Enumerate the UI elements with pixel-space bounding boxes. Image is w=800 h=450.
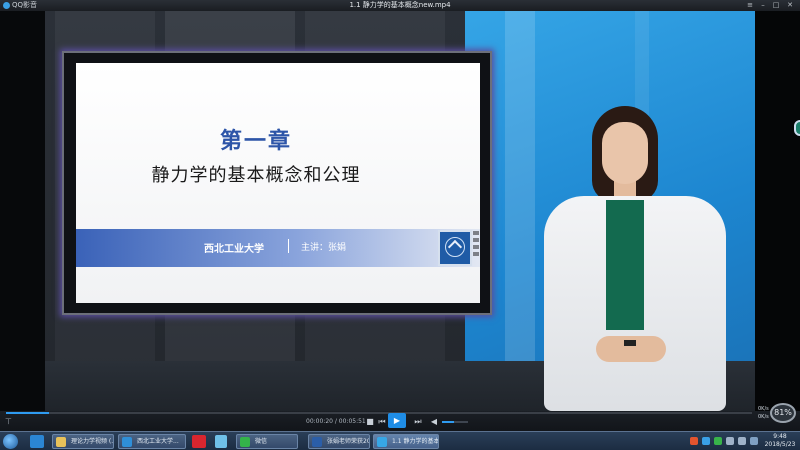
menu-button[interactable]: ≡ — [744, 0, 756, 11]
taskbar-task-label: 西北工业大学... — [137, 438, 179, 445]
cloud-icon[interactable] — [215, 435, 227, 448]
network-icon[interactable] — [726, 437, 734, 445]
qq-player-icon — [377, 437, 387, 447]
side-widget-icon[interactable] — [794, 120, 800, 136]
taskbar-task-label: 张娟老师荣获201... — [327, 438, 369, 445]
youdao-icon[interactable] — [192, 435, 206, 448]
stop-icon[interactable]: ■ — [364, 416, 376, 427]
ie-icon[interactable] — [30, 435, 44, 448]
network-rates: 0K/s 0K/s — [758, 406, 769, 420]
video-frame[interactable]: 第一章 静力学的基本概念和公理 西北工业大学 主讲：张娟 — [0, 11, 800, 411]
volume-fill — [442, 421, 454, 423]
show-desktop-icon[interactable] — [750, 437, 758, 445]
prev-icon[interactable]: ⏮ — [376, 416, 388, 427]
university-emblem-icon — [438, 230, 472, 266]
volume-slider[interactable] — [442, 421, 468, 423]
volume-icon[interactable]: ◀ — [428, 416, 440, 427]
taskbar-task[interactable]: 理论力学视频 (... — [52, 434, 114, 449]
next-icon[interactable]: ⏭ — [412, 416, 424, 427]
slide-decoration — [473, 231, 479, 265]
speed-badge[interactable]: 81% — [770, 403, 796, 423]
progress-bar[interactable] — [6, 412, 752, 414]
window-title: 1.1 静力学的基本概念new.mp4 — [349, 1, 451, 9]
lecture-slide: 第一章 静力学的基本概念和公理 西北工业大学 主讲：张娟 — [76, 63, 480, 303]
start-button[interactable] — [3, 434, 18, 449]
speaker-icon[interactable] — [738, 437, 746, 445]
tray-app-icon[interactable] — [702, 437, 710, 445]
pin-icon[interactable]: ⊤ — [5, 417, 13, 427]
slide-subtitle: 静力学的基本概念和公理 — [151, 165, 361, 186]
presenter — [540, 106, 730, 411]
time-display: 00:00:20 / 00:05:51 — [306, 418, 366, 425]
title-bar: QQ影音 1.1 静力学的基本概念new.mp4 ≡ – □ ✕ — [0, 0, 800, 11]
folder-icon — [56, 437, 66, 447]
play-icon[interactable]: ▶ — [388, 413, 406, 428]
player-controls: ⊤ 00:00:20 / 00:05:51 ■ ⏮ ▶ ⏭ ◀ — [0, 411, 800, 431]
wechat-icon — [240, 437, 250, 447]
slide-footer-band — [76, 229, 480, 267]
slide-speaker: 主讲：张娟 — [301, 243, 347, 253]
taskbar-task[interactable]: 西北工业大学... — [118, 434, 186, 449]
system-clock[interactable]: 9:48 2018/5/23 — [762, 433, 798, 449]
close-button[interactable]: ✕ — [784, 0, 796, 11]
taskbar: 理论力学视频 (... 西北工业大学... 微信 张娟老师荣获201... 1.1 静力… — [0, 431, 800, 450]
player-window: QQ影音 1.1 静力学的基本概念new.mp4 ≡ – □ ✕ 第一章 静力学… — [0, 0, 800, 431]
taskbar-task[interactable]: 张娟老师荣获201... — [308, 434, 370, 449]
sogou-browser-icon — [122, 437, 132, 447]
minimize-button[interactable]: – — [757, 0, 769, 11]
tray-security-icon[interactable] — [714, 437, 722, 445]
progress-fill — [6, 412, 49, 414]
word-icon — [312, 437, 322, 447]
maximize-button[interactable]: □ — [770, 0, 782, 11]
taskbar-task-label: 1.1 静力学的基本... — [392, 438, 439, 445]
tv-monitor: 第一章 静力学的基本概念和公理 西北工业大学 主讲：张娟 — [62, 51, 492, 315]
taskbar-task[interactable]: 1.1 静力学的基本... — [373, 434, 439, 449]
slide-chapter-title: 第一章 — [219, 128, 292, 154]
slide-university: 西北工业大学 — [204, 244, 264, 255]
taskbar-task-label: 微信 — [255, 438, 268, 445]
remote-control — [624, 340, 636, 346]
taskbar-task[interactable]: 微信 — [236, 434, 298, 449]
sogou-input-icon[interactable] — [690, 437, 698, 445]
taskbar-task-label: 理论力学视频 (... — [71, 438, 114, 445]
slide-divider — [288, 239, 289, 253]
